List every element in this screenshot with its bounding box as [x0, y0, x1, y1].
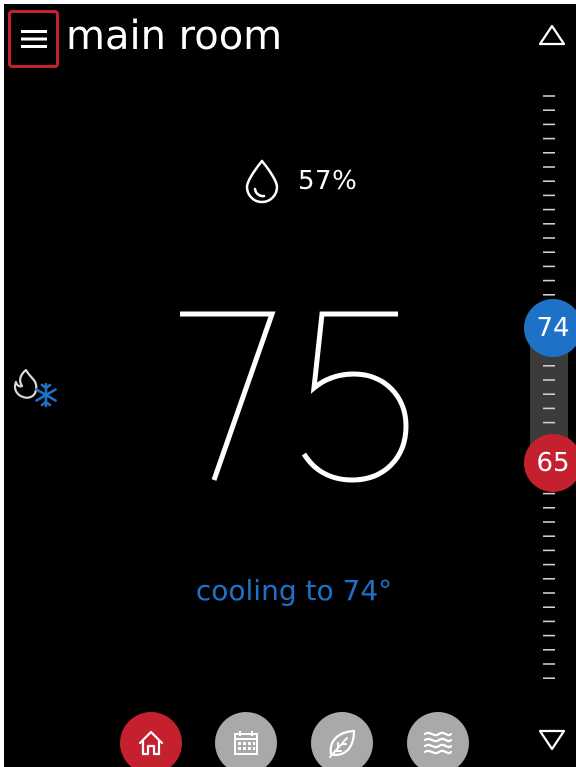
room-title: main room	[66, 13, 283, 59]
nav-fan-button[interactable]	[407, 712, 469, 767]
water-drop-icon	[245, 159, 279, 204]
airflow-icon	[423, 731, 453, 755]
thermostat-panel: main room 57% cooling to 74° 74 65	[4, 4, 576, 767]
heat-cool-mode-button[interactable]	[8, 364, 68, 414]
nav-home-button[interactable]	[120, 712, 182, 767]
current-temperature-digits	[180, 311, 409, 483]
menu-button[interactable]	[8, 10, 59, 68]
triangle-down-icon	[538, 729, 566, 751]
heat-setpoint-handle[interactable]: 65	[524, 434, 576, 492]
nav-eco-button[interactable]	[311, 712, 373, 767]
setpoint-scale[interactable]	[522, 82, 576, 694]
leaf-icon	[329, 729, 356, 758]
triangle-up-icon	[538, 24, 566, 46]
humidity-value: 57%	[298, 166, 358, 196]
scroll-up-button[interactable]	[535, 20, 569, 50]
cool-setpoint-handle[interactable]: 74	[524, 299, 576, 357]
thermostat-screen: main room 57% cooling to 74° 74 65	[0, 0, 576, 767]
home-icon	[138, 730, 164, 756]
calendar-icon	[234, 731, 258, 755]
humidity-readout: 57%	[242, 156, 357, 206]
scale-ticks	[530, 95, 568, 680]
nav-schedule-button[interactable]	[215, 712, 277, 767]
heat-cool-mode-icon	[13, 368, 57, 408]
scroll-down-button[interactable]	[535, 725, 569, 755]
status-text: cooling to 74°	[195, 574, 393, 607]
hamburger-menu-icon	[20, 30, 47, 48]
